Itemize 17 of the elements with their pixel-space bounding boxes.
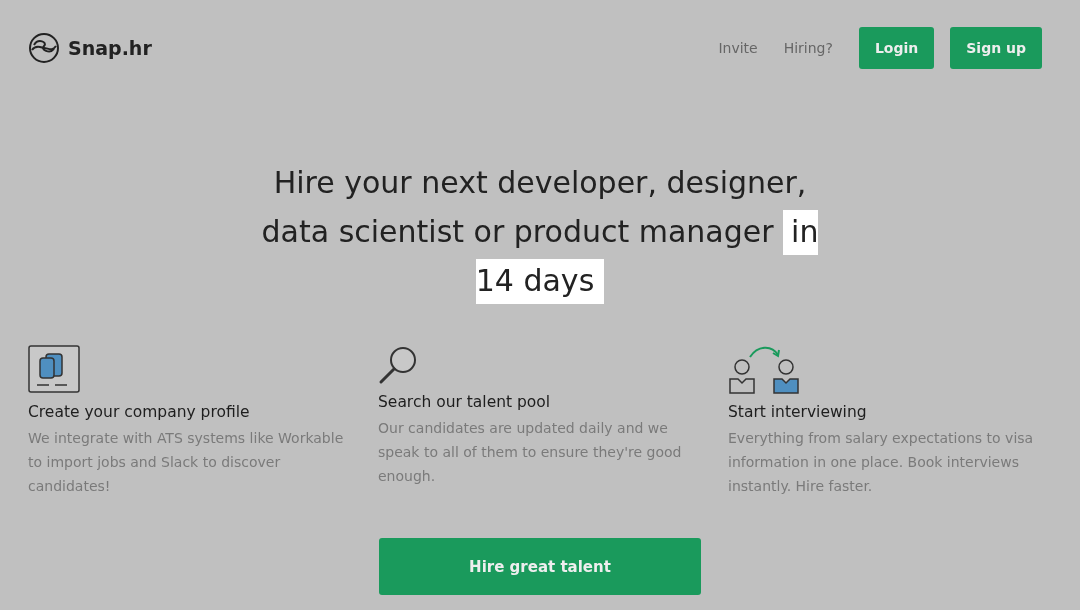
profile-card-icon [28, 345, 80, 393]
people-swap-icon [728, 345, 800, 397]
hire-talent-button[interactable]: Hire great talent [379, 538, 701, 596]
feature-title: Create your company profile [28, 402, 251, 423]
nav-link[interactable]: Invite [718, 37, 758, 59]
feature-description: We integrate with ATS systems like Workable to import jobs and Slack to discover candidates! [28, 429, 345, 497]
signup-button[interactable]: Sign up [950, 27, 1042, 69]
search-icon [378, 345, 418, 385]
feature-description: Our candidates are updated daily and we speak to all of them to ensure they're good enough. [378, 419, 683, 487]
feature-title: Search our talent pool [378, 392, 552, 413]
logo-icon [28, 32, 60, 64]
brand-name[interactable]: Snap.hr [68, 33, 152, 63]
feature-title: Start interviewing [728, 402, 868, 423]
nav-link[interactable]: Hiring? [783, 37, 833, 59]
login-button[interactable]: Login [858, 27, 935, 69]
headline: Hire your next developer, designer, data scientist or product manager in 14 days [240, 158, 840, 305]
feature-description: Everything from salary expectations to visa information in one place. Book interviews instantly. Hire faster. [728, 429, 1035, 497]
